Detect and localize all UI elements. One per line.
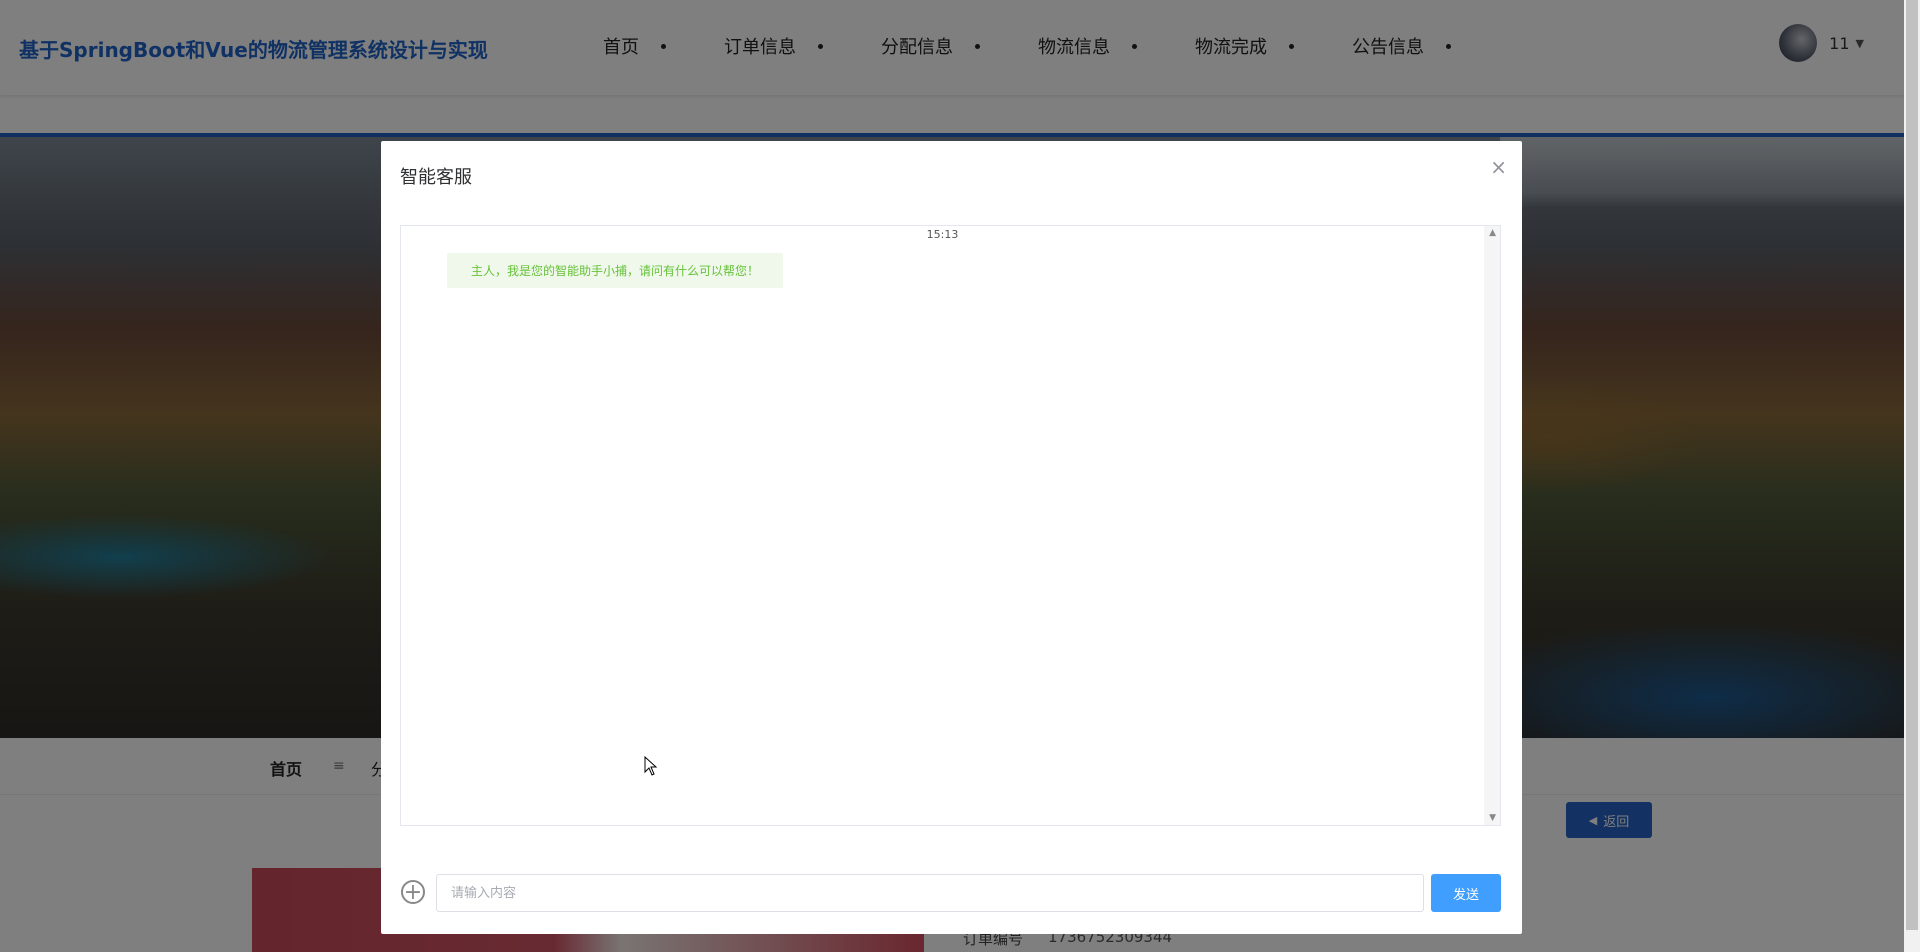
chat-input[interactable] xyxy=(436,874,1424,912)
mouse-cursor-icon xyxy=(644,756,658,776)
scroll-up-arrow-icon[interactable]: ▲ xyxy=(1489,228,1496,238)
send-button[interactable]: 发送 xyxy=(1431,874,1501,912)
scroll-down-arrow-icon[interactable]: ▼ xyxy=(1489,813,1496,823)
chat-scrollbar[interactable]: ▲ ▼ xyxy=(1484,226,1500,825)
bot-message-bubble: 主人，我是您的智能助手小捕，请问有什么可以帮您！ xyxy=(447,253,784,288)
add-attachment-icon[interactable]: + xyxy=(401,880,425,904)
dialog-title: 智能客服 xyxy=(400,167,472,188)
close-icon[interactable]: × xyxy=(1490,155,1507,179)
chat-message-area[interactable]: 15:13 主人，我是您的智能助手小捕，请问有什么可以帮您！ ▲ ▼ xyxy=(400,225,1501,826)
page: 基于SpringBoot和Vue的物流管理系统设计与实现 首页 订单信息 分配信… xyxy=(0,0,1920,952)
chat-dialog: 智能客服 × 15:13 主人，我是您的智能助手小捕，请问有什么可以帮您！ ▲ … xyxy=(381,141,1522,934)
page-scrollbar-thumb[interactable] xyxy=(1906,0,1918,930)
page-scrollbar[interactable] xyxy=(1904,0,1920,952)
message-timestamp: 15:13 xyxy=(926,228,959,241)
